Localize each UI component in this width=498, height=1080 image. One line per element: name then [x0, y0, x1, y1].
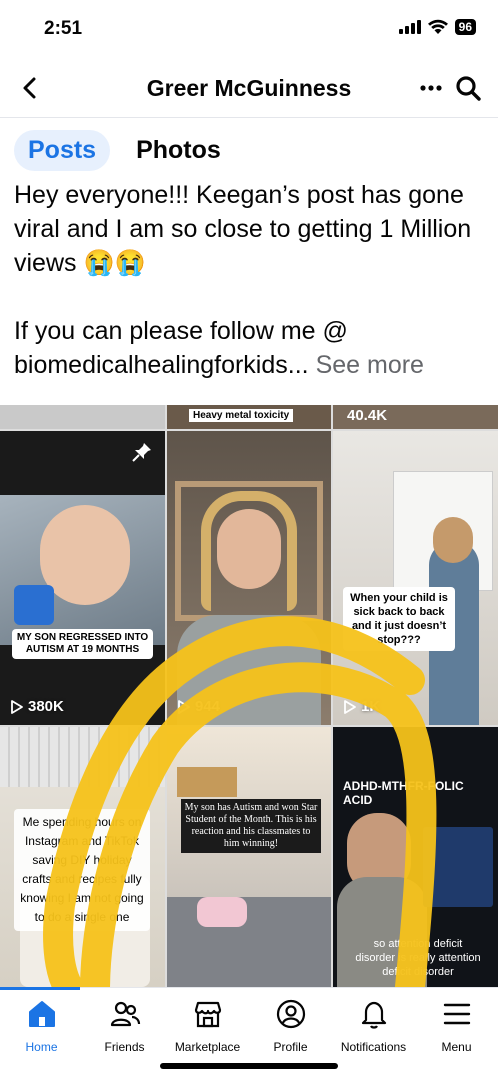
video-caption: When your child is sick back to back and… — [343, 587, 455, 651]
inset-video-image — [423, 827, 493, 907]
signal-icon — [398, 20, 421, 34]
marketplace-icon — [194, 1001, 221, 1028]
wall-image — [0, 727, 165, 787]
home-indicator — [160, 1063, 338, 1069]
search-icon[interactable] — [454, 74, 482, 102]
video-thumbnail-partial[interactable] — [0, 405, 165, 429]
menu-icon — [443, 1003, 470, 1025]
hair-image — [201, 491, 297, 611]
nav-label: Notifications — [340, 1040, 407, 1054]
nav-marketplace[interactable]: Marketplace — [166, 998, 249, 1054]
nav-label: Profile — [273, 1040, 308, 1054]
profile-header: Greer McGuinness — [0, 60, 498, 118]
view-count-value: 380K — [28, 698, 64, 715]
play-icon — [11, 699, 23, 714]
battery-indicator: 96 — [454, 19, 476, 35]
hair-image — [433, 517, 473, 563]
view-count: 1K — [343, 698, 380, 715]
view-count: 380K — [10, 698, 64, 715]
pin-icon — [132, 443, 151, 462]
nav-notifications[interactable]: Notifications — [332, 998, 415, 1054]
wifi-icon — [427, 19, 448, 34]
friends-icon — [110, 1001, 140, 1027]
nav-friends[interactable]: Friends — [83, 998, 166, 1054]
nav-label: Home — [25, 1040, 58, 1054]
classroom-board-image — [177, 767, 237, 797]
video-grid: Heavy metal toxicity 40.4K MY SON REGRES… — [0, 405, 498, 987]
video-image — [0, 495, 165, 645]
desk-image — [167, 897, 331, 987]
video-caption: MY SON REGRESSED INTO AUTISM AT 19 MONTH… — [12, 629, 153, 659]
play-icon — [344, 699, 356, 714]
post-link-text: If you can please follow me @ biomedical… — [14, 317, 348, 379]
video-caption: Me spending hours on Instagram and TikTo… — [14, 809, 150, 931]
video-caption: so attention deficit disorder is really … — [355, 938, 481, 978]
video-thumbnail[interactable]: My son has Autism and won Star Student o… — [167, 727, 331, 987]
video-caption: Heavy metal toxicity — [189, 409, 294, 422]
status-indicators: 96 — [398, 19, 476, 35]
view-count-value: 944 — [195, 698, 221, 715]
video-thumbnail[interactable]: ADHD-MTHFR-FOLIC ACID so attention defic… — [333, 727, 498, 987]
profile-icon — [276, 999, 305, 1029]
post-paragraph: If you can please follow me @ biomedical… — [14, 314, 488, 382]
nav-label: Marketplace — [174, 1040, 241, 1054]
post-body: Hey everyone!!! Keegan’s post has gone v… — [14, 178, 488, 382]
play-icon — [178, 699, 190, 714]
see-more-link[interactable]: See more — [316, 351, 424, 379]
video-thumbnail[interactable]: 944 — [167, 431, 331, 725]
bell-icon — [361, 1001, 386, 1029]
nav-home[interactable]: Home — [0, 998, 83, 1054]
video-thumbnail[interactable]: When your child is sick back to back and… — [333, 431, 498, 725]
view-count-value: 1K — [361, 698, 381, 715]
status-time: 2:51 — [44, 18, 83, 39]
tab-posts[interactable]: Posts — [14, 130, 111, 171]
nav-label: Menu — [441, 1040, 472, 1054]
video-thumbnail-partial[interactable]: 40.4K — [333, 405, 498, 429]
view-count: 40.4K — [347, 407, 388, 424]
view-count: 944 — [177, 698, 220, 715]
video-thumbnail[interactable]: Me spending hours on Instagram and TikTo… — [0, 727, 165, 987]
content-tabs: Posts Photos — [14, 130, 235, 171]
nav-label: Friends — [104, 1040, 145, 1054]
status-bar: 2:51 96 — [0, 0, 498, 60]
nav-profile[interactable]: Profile — [249, 998, 332, 1054]
video-caption: ADHD-MTHFR-FOLIC ACID — [343, 779, 464, 807]
more-options-icon[interactable] — [418, 74, 444, 102]
video-thumbnail-partial[interactable]: Heavy metal toxicity — [167, 405, 331, 429]
tab-photos[interactable]: Photos — [122, 130, 235, 171]
backpack-image — [197, 897, 247, 927]
video-caption: My son has Autism and won Star Student o… — [181, 799, 321, 853]
video-thumbnail[interactable]: MY SON REGRESSED INTO AUTISM AT 19 MONTH… — [0, 431, 165, 725]
post-paragraph: Hey everyone!!! Keegan’s post has gone v… — [14, 181, 472, 277]
nav-menu[interactable]: Menu — [415, 998, 498, 1054]
active-tab-indicator — [0, 987, 80, 990]
home-icon — [28, 1001, 55, 1027]
